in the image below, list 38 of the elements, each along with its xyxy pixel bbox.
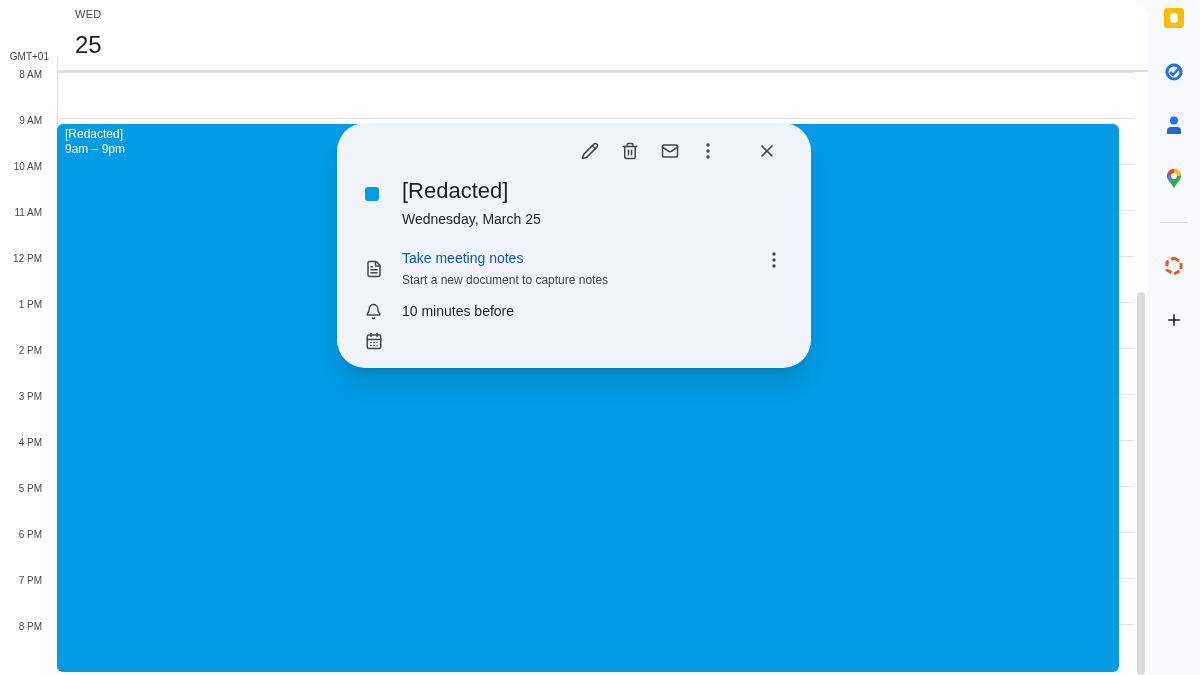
hour-label: 6 PM: [18, 530, 42, 542]
hour-label: 5 PM: [18, 484, 42, 496]
bell-icon: [365, 303, 382, 320]
event-title: [Redacted]: [65, 127, 124, 142]
trash-icon: [621, 142, 639, 160]
checkmark-circle-app-icon[interactable]: [1164, 62, 1184, 82]
more-icon: [772, 252, 776, 268]
popup-date: Wednesday, March 25: [402, 210, 541, 229]
hour-label: 9 AM: [19, 116, 42, 128]
hour-label: 11 AM: [14, 208, 42, 220]
popup-title: [Redacted]: [402, 177, 510, 205]
more-icon: [706, 143, 710, 159]
plus-icon: [1165, 311, 1183, 329]
scrollbar-thumb[interactable]: [1137, 292, 1145, 675]
edit-button[interactable]: [579, 140, 601, 162]
hour-label: 2 PM: [18, 346, 42, 358]
person-app-icon[interactable]: [1166, 116, 1182, 134]
document-icon: [365, 259, 383, 278]
notes-hint: Start a new document to capture notes: [402, 272, 610, 289]
hour-label: 3 PM: [18, 392, 42, 404]
weekday-label: WED: [75, 7, 102, 22]
hexagon-app-icon[interactable]: [1165, 257, 1183, 275]
map-pin-app-icon[interactable]: [1166, 168, 1182, 188]
event-time: 9am – 9pm: [65, 142, 126, 157]
pencil-icon: [581, 142, 599, 160]
hour-label: 10 AM: [13, 162, 42, 174]
hour-label: 1 PM: [18, 300, 42, 312]
date-number[interactable]: 25: [75, 26, 102, 63]
timezone-label: GMT+01: [9, 50, 49, 64]
hour-label: 7 PM: [18, 576, 42, 588]
calendar-icon: [365, 332, 383, 350]
hour-label: 8 AM: [19, 70, 42, 82]
hour-label: 8 PM: [18, 622, 42, 634]
envelope-icon: [661, 142, 679, 160]
reminder-text: 10 minutes before: [402, 302, 515, 321]
hour-label: 4 PM: [18, 438, 42, 450]
hour-label: 12 PM: [13, 254, 42, 266]
take-notes-link[interactable]: Take meeting notes: [402, 248, 765, 269]
